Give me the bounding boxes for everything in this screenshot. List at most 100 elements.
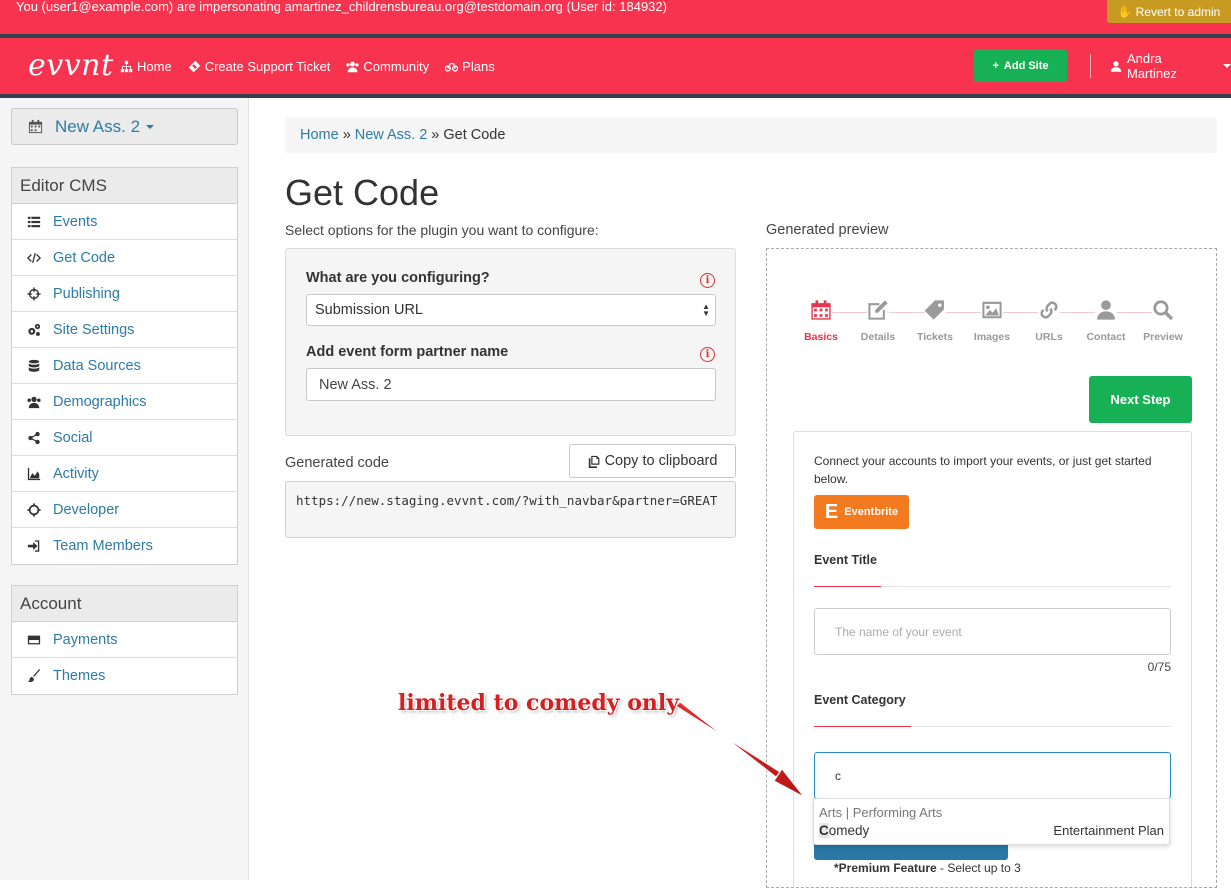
sidebar-item-social[interactable]: Social	[12, 420, 237, 456]
impersonation-bar: You (user1@example.com) are impersonatin…	[0, 0, 1231, 34]
nav-label: Plans	[462, 58, 495, 74]
user-menu-dropdown[interactable]: Andra Martinez	[1110, 38, 1231, 94]
step-label: URLs	[1035, 331, 1063, 343]
info-icon[interactable]: i	[700, 347, 715, 362]
sidebar-item-payments[interactable]: Payments	[12, 622, 237, 658]
eventbrite-button[interactable]: E Eventbrite	[814, 495, 909, 529]
event-category-heading: Event Category	[814, 693, 906, 707]
sidebar-item-activity[interactable]: Activity	[12, 456, 237, 492]
info-icon[interactable]: i	[700, 273, 715, 288]
step-contact[interactable]: Contact	[1081, 299, 1131, 343]
autocomplete-option-comedy[interactable]: Comedy	[819, 823, 869, 838]
add-site-button[interactable]: + Add Site	[974, 49, 1067, 82]
sidebar-item-label: Developer	[53, 501, 120, 518]
event-title-input[interactable]: The name of your event	[814, 608, 1171, 655]
heading-rule	[814, 586, 1171, 587]
nav-item-home[interactable]: Home	[120, 59, 172, 74]
user-name: Andra Martinez	[1126, 51, 1177, 81]
nav-label: Home	[137, 58, 172, 74]
step-urls[interactable]: URLs	[1024, 299, 1074, 343]
event-title-heading: Event Title	[814, 553, 877, 567]
sidebar-item-label: Themes	[53, 668, 106, 684]
credit-card-icon	[27, 635, 41, 644]
user-icon	[1110, 60, 1122, 72]
nav-item-community[interactable]: Community	[346, 59, 429, 74]
generated-code-box[interactable]: https://new.staging.evvnt.com/?with_navb…	[285, 481, 736, 538]
sidebar-item-label: Social	[53, 429, 93, 446]
step-label: Preview	[1143, 331, 1183, 343]
plus-icon: +	[992, 59, 999, 72]
annotation-text: limited to comedy only	[398, 690, 680, 716]
revert-to-admin-button[interactable]: ✋ Revert to admin	[1107, 0, 1231, 23]
copy-to-clipboard-button[interactable]: Copy to clipboard	[569, 444, 736, 478]
char-counter: 0/75	[1147, 660, 1171, 674]
panel-heading: Account	[12, 586, 237, 622]
generated-code-label: Generated code	[285, 455, 389, 471]
sidebar-item-label: Team Members	[53, 538, 153, 554]
sidebar-item-label: Get Code	[53, 249, 116, 266]
sidebar-item-demographics[interactable]: Demographics	[12, 384, 237, 420]
chevron-down-icon	[1223, 64, 1231, 68]
breadcrumb-separator: »	[431, 127, 440, 143]
generated-preview-label: Generated preview	[766, 222, 889, 238]
step-label: Images	[973, 331, 1011, 343]
wizard-steps: Basics Details Tickets Images URLs Conta…	[801, 299, 1191, 359]
share-icon	[28, 431, 40, 444]
hand-pointer-icon: ✋	[1117, 4, 1133, 19]
top-navbar: evvnt Home Create Support Ticket Communi…	[0, 38, 1231, 94]
site-name: New Ass. 2	[55, 116, 141, 136]
sidebar-item-developer[interactable]: Developer	[12, 492, 237, 528]
sidebar-item-label: Data Sources	[53, 357, 141, 374]
bicycle-icon	[445, 62, 459, 72]
evvnt-logo[interactable]: evvnt	[28, 48, 114, 83]
sidebar-item-themes[interactable]: Themes	[12, 658, 237, 694]
crosshairs-icon	[27, 286, 41, 301]
edit-icon	[867, 299, 889, 321]
step-tickets[interactable]: Tickets	[910, 299, 960, 343]
sidebar-item-data-sources[interactable]: Data Sources	[12, 348, 237, 384]
gear-icon	[27, 502, 41, 517]
account-panel: Account Payments Themes	[11, 585, 238, 695]
sidebar-item-label: Demographics	[53, 393, 147, 410]
sitemap-icon	[120, 60, 133, 72]
step-preview[interactable]: Preview	[1138, 299, 1188, 343]
users-icon	[346, 61, 360, 72]
sidebar-item-events[interactable]: Events	[12, 204, 237, 240]
configuring-label: What are you configuring?	[306, 270, 490, 286]
sign-in-icon	[27, 540, 40, 552]
step-label: Basics	[804, 331, 838, 343]
copy-icon	[588, 455, 599, 468]
step-images[interactable]: Images	[967, 299, 1017, 343]
event-category-input[interactable]: c	[814, 752, 1171, 799]
configuring-select[interactable]: Submission URL ▲ ▼	[306, 294, 716, 326]
sidebar-item-get-code[interactable]: Get Code	[12, 240, 237, 276]
option-rest: omedy	[828, 823, 870, 838]
autocomplete-plan-label: Entertainment Plan	[1053, 823, 1164, 838]
step-label: Details	[860, 331, 896, 343]
sidebar-item-label: Publishing	[53, 285, 120, 302]
sidebar-item-site-settings[interactable]: Site Settings	[12, 312, 237, 348]
panel-heading: Editor CMS	[12, 168, 237, 204]
editor-cms-panel: Editor CMS Events Get Code Publishing Si…	[11, 167, 238, 565]
step-label: Contact	[1086, 331, 1126, 343]
ticket-icon	[188, 60, 200, 72]
next-step-button[interactable]: Next Step	[1089, 376, 1192, 423]
step-basics[interactable]: Basics	[796, 299, 846, 343]
cogs-icon	[28, 323, 41, 336]
users-icon	[27, 396, 41, 408]
step-details[interactable]: Details	[853, 299, 903, 343]
sidebar-item-label: Payments	[53, 631, 118, 648]
sidebar-item-team-members[interactable]: Team Members	[12, 528, 237, 564]
sidebar-item-publishing[interactable]: Publishing	[12, 276, 237, 312]
calendar-icon	[28, 119, 43, 134]
partner-name-input[interactable]	[306, 368, 716, 401]
category-autocomplete: Arts | Performing Arts Comedy Entertainm…	[813, 798, 1170, 845]
site-selector-dropdown[interactable]: New Ass. 2	[11, 108, 238, 145]
nav-item-create-support-ticket[interactable]: Create Support Ticket	[188, 59, 330, 74]
preview-frame: Basics Details Tickets Images URLs Conta…	[766, 248, 1217, 888]
eventbrite-label: Eventbrite	[844, 506, 899, 518]
breadcrumb-site-link[interactable]: New Ass. 2	[355, 127, 428, 143]
autocomplete-group-label: Arts | Performing Arts	[819, 805, 943, 820]
nav-item-plans[interactable]: Plans	[445, 59, 495, 74]
breadcrumb-home-link[interactable]: Home	[300, 127, 339, 143]
